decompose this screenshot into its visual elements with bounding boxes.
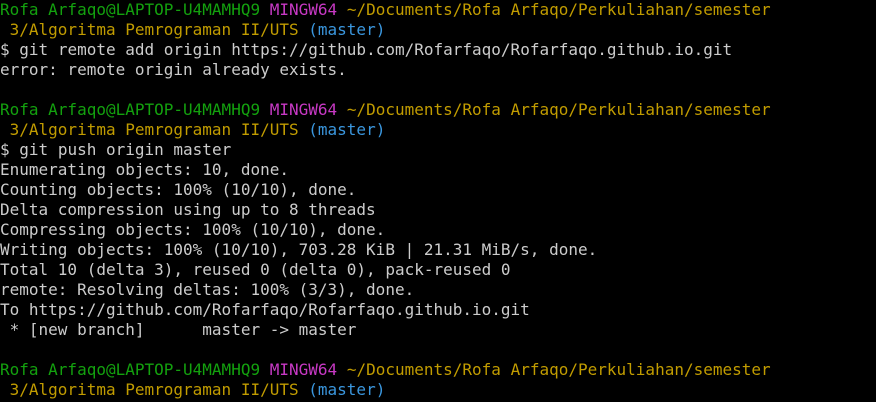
prompt-user-host: Rofa Arfaqo@LAPTOP-U4MAMHQ9 [0,100,261,119]
command-line: $ git remote add origin https://github.c… [0,40,876,60]
output-line: Compressing objects: 100% (10/10), done. [0,220,386,239]
prompt-branch: (master) [308,120,386,139]
prompt-line: Rofa Arfaqo@LAPTOP-U4MAMHQ9 MINGW64 ~/Do… [0,0,876,20]
prompt-path-continued: 3/Algoritma Pemrograman II/UTS [0,380,299,399]
prompt-line: Rofa Arfaqo@LAPTOP-U4MAMHQ9 MINGW64 ~/Do… [0,100,876,120]
prompt-path-continued: 3/Algoritma Pemrograman II/UTS [0,20,299,39]
output-line: Total 10 (delta 3), reused 0 (delta 0), … [0,260,511,279]
prompt-line-continued: 3/Algoritma Pemrograman II/UTS (master) [0,380,876,400]
prompt-line: Rofa Arfaqo@LAPTOP-U4MAMHQ9 MINGW64 ~/Do… [0,360,876,380]
output-line: To https://github.com/Rofarfaqo/Rofarfaq… [0,300,530,319]
prompt-msystem: MINGW64 [269,0,338,19]
prompt-branch: (master) [308,380,386,399]
output-line: Counting objects: 100% (10/10), done. [0,180,357,199]
prompt-symbol: $ [0,40,10,59]
prompt-symbol: $ [0,140,10,159]
output-line: remote: Resolving deltas: 100% (3/3), do… [0,280,415,299]
command-line: $ git push origin master [0,140,876,160]
prompt-line-continued: 3/Algoritma Pemrograman II/UTS (master) [0,120,876,140]
prompt-line-continued: 3/Algoritma Pemrograman II/UTS (master) [0,20,876,40]
prompt-user-host: Rofa Arfaqo@LAPTOP-U4MAMHQ9 [0,0,261,19]
prompt-path: ~/Documents/Rofa Arfaqo/Perkuliahan/seme… [346,360,771,379]
command-text: git push origin master [19,140,232,159]
prompt-path: ~/Documents/Rofa Arfaqo/Perkuliahan/seme… [346,100,771,119]
output-line: * [new branch] master -> master [0,320,357,339]
prompt-msystem: MINGW64 [269,360,338,379]
terminal-window[interactable]: Rofa Arfaqo@LAPTOP-U4MAMHQ9 MINGW64 ~/Do… [0,0,876,402]
prompt-path: ~/Documents/Rofa Arfaqo/Perkuliahan/seme… [346,0,771,19]
output-line: error: remote origin already exists. [0,60,347,79]
prompt-path-continued: 3/Algoritma Pemrograman II/UTS [0,120,299,139]
output-line: Delta compression using up to 8 threads [0,200,376,219]
prompt-user-host: Rofa Arfaqo@LAPTOP-U4MAMHQ9 [0,360,261,379]
output-line: Writing objects: 100% (10/10), 703.28 Ki… [0,240,598,259]
prompt-msystem: MINGW64 [269,100,338,119]
prompt-branch: (master) [308,20,386,39]
output-line: Enumerating objects: 10, done. [0,160,289,179]
command-text: git remote add origin https://github.com… [19,40,733,59]
